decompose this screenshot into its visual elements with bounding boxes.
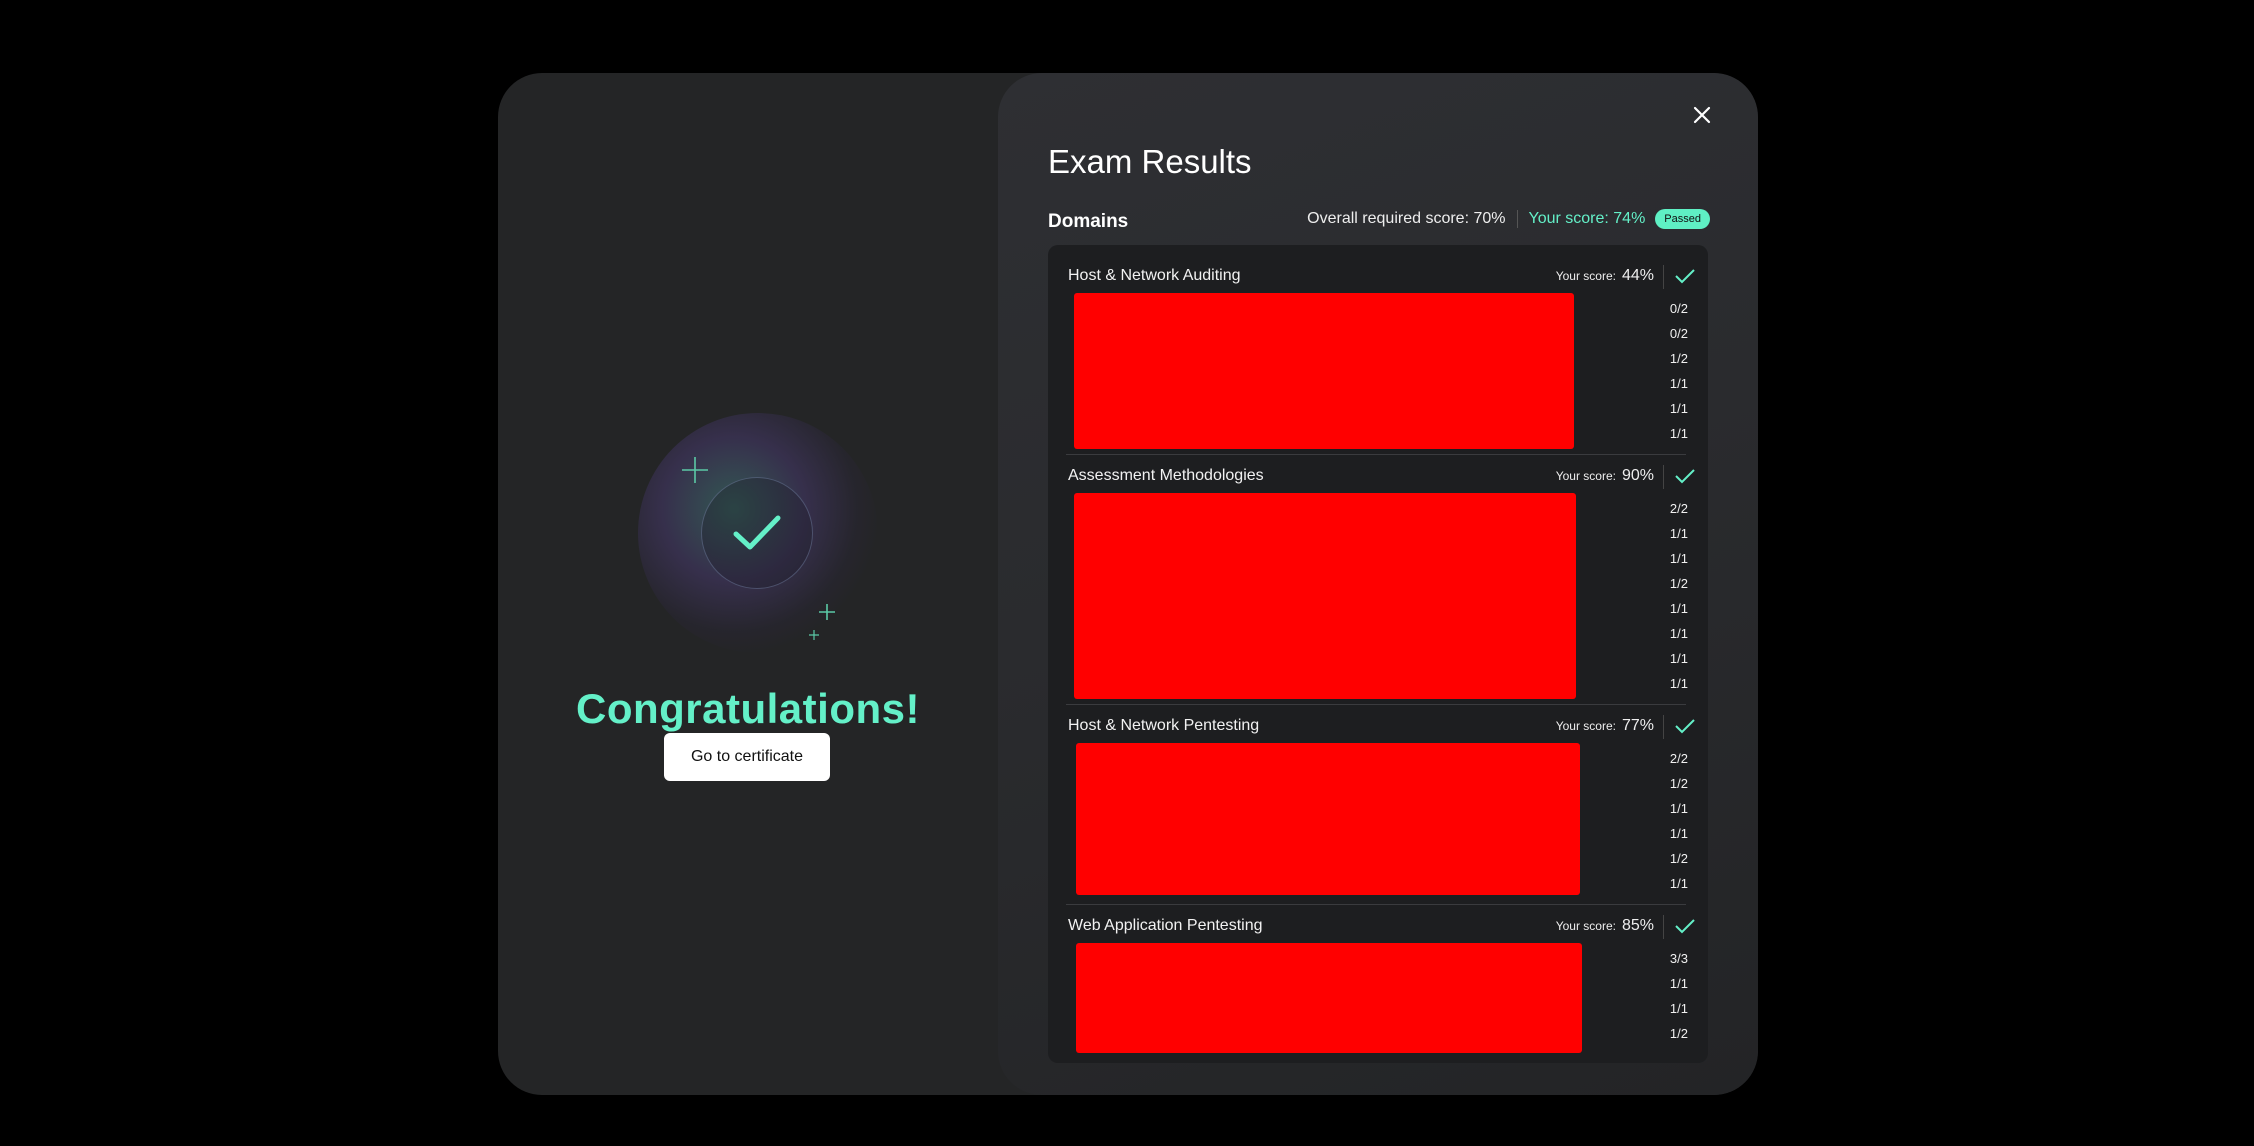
check-icon (1675, 719, 1695, 734)
question-fraction: 0/2 (1669, 326, 1688, 341)
sparkle-icon (819, 604, 835, 620)
domain-list[interactable]: Host & Network Auditing Your score: 44% … (1048, 245, 1708, 1063)
question-fraction: 1/1 (1669, 601, 1688, 616)
domain-score: Your score: 77% (1556, 717, 1654, 735)
domain-score-value: 77% (1621, 717, 1654, 734)
success-pane: Congratulations! You passed Go to certif… (498, 73, 998, 1095)
question-fraction: 1/1 (1669, 526, 1688, 541)
domain-score: Your score: 90% (1556, 467, 1654, 485)
check-icon (733, 515, 781, 550)
question-fraction: 2/2 (1669, 751, 1688, 766)
divider (1663, 715, 1664, 739)
domain-score-value: 85% (1621, 917, 1654, 934)
go-to-certificate-button[interactable]: Go to certificate (664, 733, 830, 781)
domain-name: Assessment Methodologies (1068, 467, 1264, 484)
domain-score-label: Your score: (1555, 919, 1616, 933)
domain-item: Host & Network Pentesting Your score: 77… (1048, 695, 1708, 895)
question-fraction: 2/2 (1669, 501, 1688, 516)
question-fraction: 1/1 (1669, 626, 1688, 641)
divider (1663, 465, 1664, 489)
question-fraction: 0/2 (1669, 301, 1688, 316)
domain-item: Host & Network Auditing Your score: 44% … (1048, 245, 1708, 449)
question-fraction: 1/1 (1669, 976, 1688, 991)
close-button[interactable] (1688, 101, 1716, 129)
badge-circle (701, 477, 813, 589)
redacted-block (1074, 493, 1576, 699)
question-fraction: 1/2 (1669, 776, 1688, 791)
domain-name: Host & Network Auditing (1068, 267, 1241, 284)
question-fraction: 1/1 (1669, 551, 1688, 566)
redacted-block (1074, 293, 1574, 449)
divider (1663, 265, 1664, 289)
question-fraction: 1/1 (1669, 376, 1688, 391)
sparkle-icon (682, 457, 708, 483)
redacted-block (1076, 943, 1582, 1053)
question-fraction: 1/1 (1669, 401, 1688, 416)
domain-score-value: 44% (1621, 267, 1654, 284)
question-fraction: 1/2 (1669, 1026, 1688, 1041)
question-fraction: 1/1 (1669, 1001, 1688, 1016)
question-fraction: 1/1 (1669, 676, 1688, 691)
overall-your-score: Your score: 74% (1528, 210, 1646, 227)
results-pane: Exam Results Domains Overall required sc… (998, 73, 1758, 1095)
redacted-block (1076, 743, 1580, 895)
status-badge: Passed (1655, 209, 1710, 229)
question-fraction: 3/3 (1669, 951, 1688, 966)
exam-results-modal: Congratulations! You passed Go to certif… (498, 73, 1758, 1095)
question-fraction: 1/1 (1669, 651, 1688, 666)
domain-item: Assessment Methodologies Your score: 90%… (1048, 445, 1708, 699)
question-fraction: 1/1 (1669, 876, 1688, 891)
domains-heading: Domains (1048, 211, 1129, 232)
question-fraction: 1/1 (1669, 826, 1688, 841)
page-title: Exam Results (1048, 143, 1252, 180)
close-icon (1693, 106, 1711, 124)
domain-name: Web Application Pentesting (1068, 917, 1263, 934)
domain-score-label: Your score: (1555, 719, 1616, 733)
question-fraction: 1/2 (1669, 576, 1688, 591)
sparkle-icon (809, 630, 819, 640)
check-icon (1675, 469, 1695, 484)
domain-score-value: 90% (1621, 467, 1654, 484)
domain-score-label: Your score: (1555, 269, 1616, 283)
domain-score-label: Your score: (1555, 469, 1616, 483)
check-icon (1675, 919, 1695, 934)
divider (1663, 915, 1664, 939)
question-fraction: 1/2 (1669, 851, 1688, 866)
question-fraction: 1/1 (1669, 426, 1688, 441)
congratulations-heading: Congratulations! (576, 685, 920, 732)
overall-scores: Overall required score: 70% Your score: … (1307, 209, 1710, 229)
required-score: Overall required score: 70% (1307, 210, 1519, 228)
question-fraction: 1/1 (1669, 801, 1688, 816)
domain-name: Host & Network Pentesting (1068, 717, 1260, 734)
domain-item: Web Application Pentesting Your score: 8… (1048, 895, 1708, 1063)
success-badge (638, 413, 878, 653)
check-icon (1675, 269, 1695, 284)
domain-score: Your score: 44% (1556, 267, 1654, 285)
domain-score: Your score: 85% (1556, 917, 1654, 935)
question-fraction: 1/2 (1669, 351, 1688, 366)
